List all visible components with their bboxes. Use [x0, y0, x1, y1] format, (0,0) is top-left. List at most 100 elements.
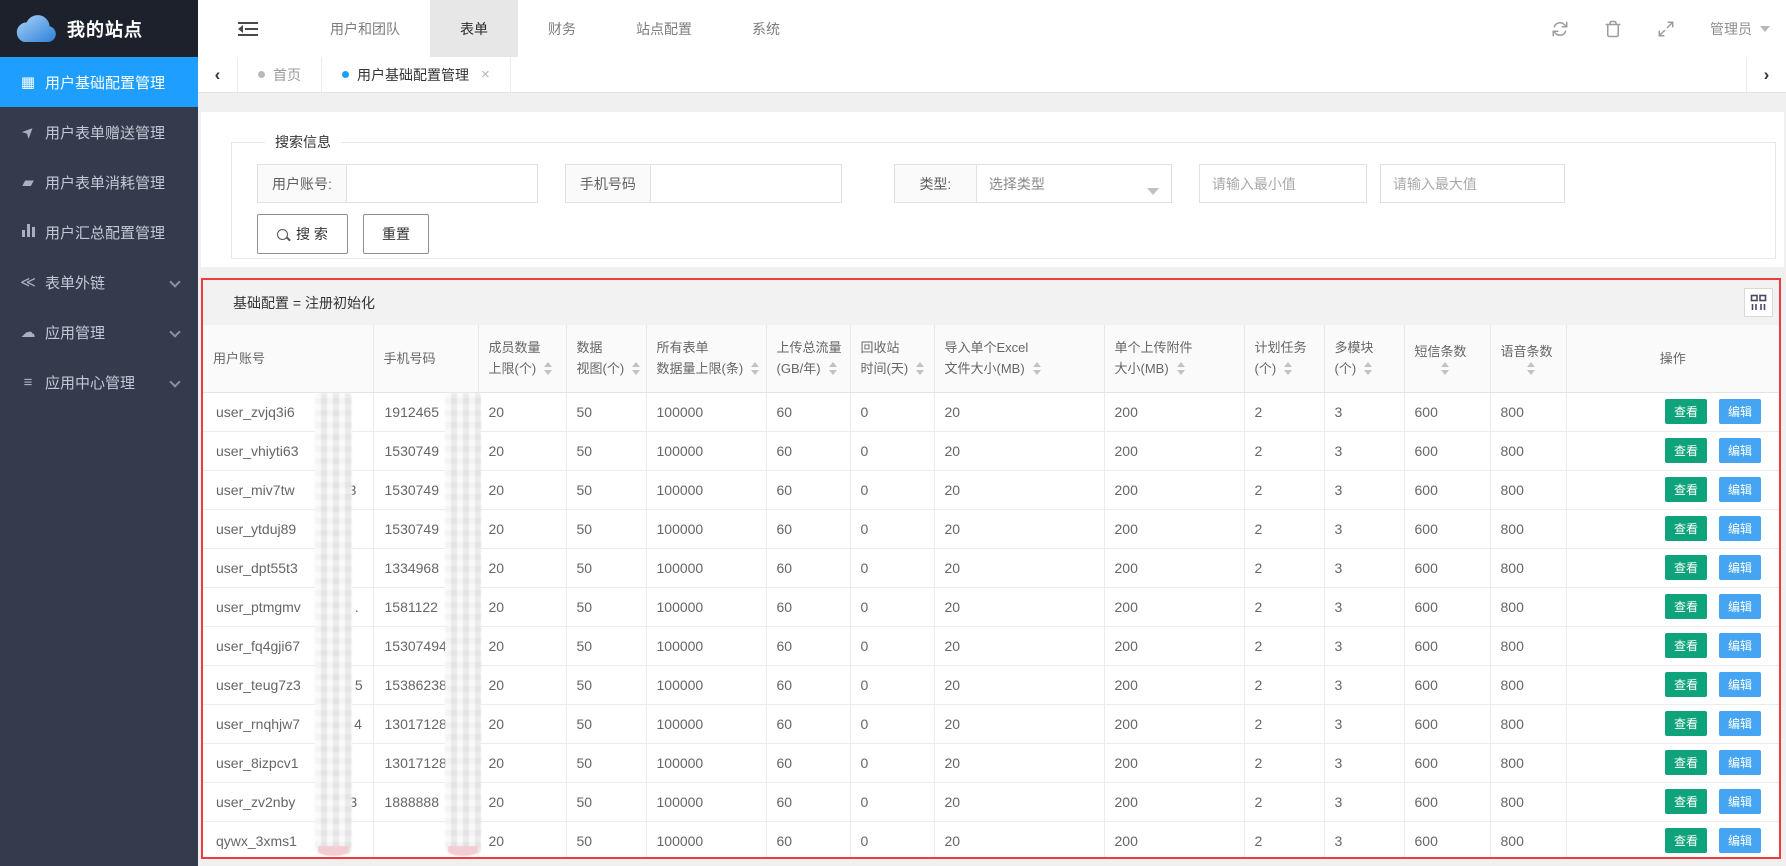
- view-button[interactable]: 查看: [1665, 711, 1707, 736]
- cell-recycle-days: 0: [850, 743, 934, 782]
- cell-scheduled-tasks: 2: [1244, 821, 1324, 859]
- cell-sms-count: 600: [1404, 392, 1490, 431]
- view-button[interactable]: 查看: [1665, 438, 1707, 463]
- sidebar-item-form-external-link[interactable]: ≪ 表单外链: [0, 257, 198, 307]
- nav-item-site-config[interactable]: 站点配置: [606, 0, 722, 57]
- cell-recycle-days: 0: [850, 587, 934, 626]
- cell-data-views: 50: [566, 704, 646, 743]
- edit-button[interactable]: 编辑: [1719, 516, 1761, 541]
- cell-member-limit: 20: [478, 509, 566, 548]
- cell-sms-count: 600: [1404, 821, 1490, 859]
- sort-icon[interactable]: [829, 362, 837, 375]
- view-button[interactable]: 查看: [1665, 399, 1707, 424]
- phone-input[interactable]: [651, 165, 841, 202]
- cell-member-limit: 20: [478, 548, 566, 587]
- tabs-scroll-right-icon[interactable]: ›: [1746, 57, 1786, 92]
- type-select[interactable]: 选择类型: [977, 165, 1171, 202]
- sidebar-item-summary-config[interactable]: 用户汇总配置管理: [0, 207, 198, 257]
- sort-icon[interactable]: [751, 362, 759, 375]
- sort-icon[interactable]: [1441, 362, 1449, 375]
- view-button[interactable]: 查看: [1665, 672, 1707, 697]
- view-button[interactable]: 查看: [1665, 477, 1707, 502]
- sidebar-item-form-gift[interactable]: ➤ 用户表单赠送管理: [0, 107, 198, 157]
- view-button[interactable]: 查看: [1665, 789, 1707, 814]
- view-button[interactable]: 查看: [1665, 555, 1707, 580]
- edit-button[interactable]: 编辑: [1719, 789, 1761, 814]
- cell-sms-count: 600: [1404, 548, 1490, 587]
- sort-icon[interactable]: [1527, 362, 1535, 375]
- cell-voice-count: 800: [1490, 665, 1566, 704]
- min-value-input[interactable]: [1199, 164, 1367, 203]
- sort-icon[interactable]: [1033, 362, 1041, 375]
- sort-icon[interactable]: [1284, 362, 1292, 375]
- cell-upload-traffic: 60: [766, 431, 850, 470]
- edit-button[interactable]: 编辑: [1719, 555, 1761, 580]
- tab-home[interactable]: 首页: [238, 57, 321, 92]
- sort-icon[interactable]: [1364, 362, 1372, 375]
- cell-sms-count: 600: [1404, 470, 1490, 509]
- user-menu[interactable]: 管理员: [1710, 19, 1770, 39]
- sidebar-item-form-consume[interactable]: ▰ 用户表单消耗管理: [0, 157, 198, 207]
- cell-scheduled-tasks: 2: [1244, 470, 1324, 509]
- cell-data-views: 50: [566, 587, 646, 626]
- cell-scheduled-tasks: 2: [1244, 704, 1324, 743]
- edit-button[interactable]: 编辑: [1719, 594, 1761, 619]
- cell-voice-count: 800: [1490, 548, 1566, 587]
- sidebar-item-label: 应用中心管理: [45, 372, 135, 393]
- cell-data-views: 50: [566, 548, 646, 587]
- nav-item-users-teams[interactable]: 用户和团队: [300, 0, 430, 57]
- max-value-input[interactable]: [1380, 164, 1565, 203]
- sidebar-item-app-center-manage[interactable]: ≡ 应用中心管理: [0, 357, 198, 407]
- view-button[interactable]: 查看: [1665, 828, 1707, 853]
- redaction-strip-account: [315, 393, 352, 854]
- sidebar-item-app-manage[interactable]: ☁ 应用管理: [0, 307, 198, 357]
- edit-button[interactable]: 编辑: [1719, 477, 1761, 502]
- close-icon[interactable]: ×: [481, 66, 490, 83]
- view-button[interactable]: 查看: [1665, 750, 1707, 775]
- edit-button[interactable]: 编辑: [1719, 399, 1761, 424]
- nav-item-finance[interactable]: 财务: [518, 0, 606, 57]
- edit-button[interactable]: 编辑: [1719, 633, 1761, 658]
- trash-icon[interactable]: [1604, 20, 1622, 38]
- search-button[interactable]: 搜 索: [257, 214, 348, 254]
- view-button[interactable]: 查看: [1665, 594, 1707, 619]
- search-icon: [277, 229, 288, 240]
- cell-form-data-limit: 100000: [646, 704, 766, 743]
- sidebar-item-label: 用户表单赠送管理: [45, 122, 165, 143]
- edit-button[interactable]: 编辑: [1719, 750, 1761, 775]
- collapse-menu-icon[interactable]: [238, 22, 258, 36]
- redaction-strip-phone: [445, 393, 481, 854]
- sort-icon[interactable]: [1177, 362, 1185, 375]
- cell-recycle-days: 0: [850, 509, 934, 548]
- cell-data-views: 50: [566, 743, 646, 782]
- sort-icon[interactable]: [632, 362, 640, 375]
- cell-recycle-days: 0: [850, 821, 934, 859]
- cell-upload-traffic: 60: [766, 626, 850, 665]
- view-button[interactable]: 查看: [1665, 633, 1707, 658]
- cell-voice-count: 800: [1490, 821, 1566, 859]
- nav-item-system[interactable]: 系统: [722, 0, 810, 57]
- reset-button[interactable]: 重置: [363, 214, 429, 254]
- config-table: 用户账号 手机号码 成员数量 上限(个) 数据 视图(个): [203, 325, 1779, 859]
- cell-excel-size: 20: [934, 431, 1104, 470]
- column-settings-button[interactable]: [1744, 288, 1773, 317]
- refresh-icon[interactable]: [1551, 20, 1569, 38]
- cell-excel-size: 20: [934, 782, 1104, 821]
- sort-icon[interactable]: [916, 362, 924, 375]
- cell-sms-count: 600: [1404, 782, 1490, 821]
- edit-button[interactable]: 编辑: [1719, 438, 1761, 463]
- sidebar-item-user-base-config[interactable]: ▦ 用户基础配置管理: [0, 57, 198, 107]
- view-button[interactable]: 查看: [1665, 516, 1707, 541]
- col-voice-count: 语音条数: [1490, 325, 1566, 392]
- tabs-scroll-left-icon[interactable]: ‹: [198, 57, 238, 92]
- edit-button[interactable]: 编辑: [1719, 672, 1761, 697]
- nav-item-forms[interactable]: 表单: [430, 0, 518, 57]
- tab-user-base-config[interactable]: 用户基础配置管理 ×: [321, 57, 511, 92]
- edit-button[interactable]: 编辑: [1719, 711, 1761, 736]
- account-input[interactable]: [347, 165, 537, 202]
- sort-icon[interactable]: [544, 362, 552, 375]
- fullscreen-icon[interactable]: [1657, 20, 1675, 38]
- edit-button[interactable]: 编辑: [1719, 828, 1761, 853]
- tab-label: 首页: [273, 65, 301, 85]
- cell-sms-count: 600: [1404, 431, 1490, 470]
